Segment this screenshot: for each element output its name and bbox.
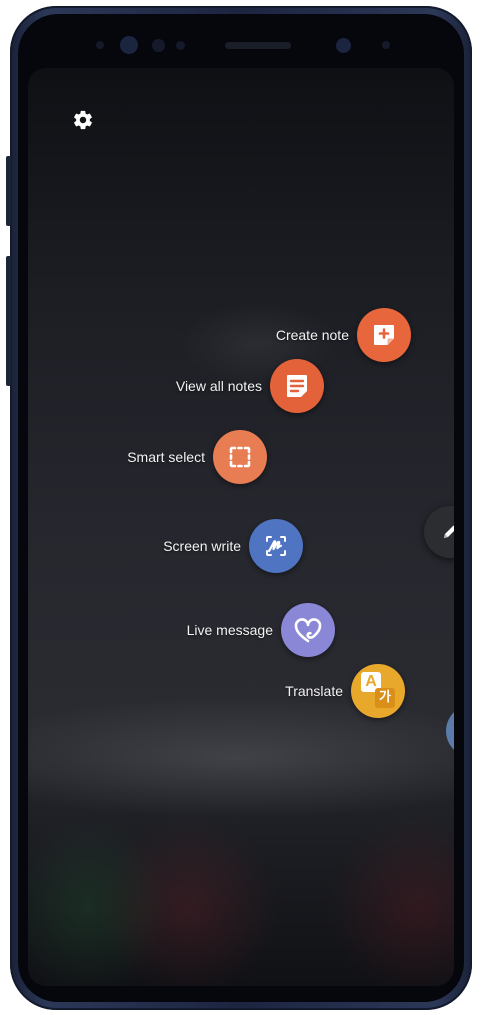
screen-write-label: Screen write bbox=[163, 538, 241, 554]
view-all-notes-label: View all notes bbox=[175, 378, 262, 394]
create-note-label: Create note bbox=[275, 327, 349, 343]
view-all-notes-button[interactable]: View all notes bbox=[128, 359, 324, 413]
phone-bezel: Create note View all notes Smart select … bbox=[18, 14, 464, 1002]
sensor-dot bbox=[382, 41, 390, 49]
notes-list-icon bbox=[270, 359, 324, 413]
screen-write-button[interactable]: Screen write bbox=[78, 519, 303, 573]
screen-write-icon bbox=[249, 519, 303, 573]
translate-label: Translate bbox=[285, 683, 343, 699]
translate-button[interactable]: Translate A 가 bbox=[228, 664, 405, 718]
earpiece-speaker bbox=[225, 42, 291, 49]
smart-select-button[interactable]: Smart select bbox=[88, 430, 267, 484]
air-command-pen-button[interactable] bbox=[424, 506, 454, 558]
light-sensor bbox=[176, 41, 185, 50]
front-camera bbox=[336, 38, 351, 53]
heart-icon bbox=[281, 603, 335, 657]
live-message-button[interactable]: Live message bbox=[118, 603, 335, 657]
screen: Create note View all notes Smart select … bbox=[28, 68, 454, 986]
translate-korean-glyph: 가 bbox=[375, 688, 395, 708]
volume-key bbox=[6, 256, 11, 386]
smart-select-icon bbox=[213, 430, 267, 484]
phone-frame: Create note View all notes Smart select … bbox=[6, 6, 472, 1010]
create-note-icon bbox=[357, 308, 411, 362]
gear-icon[interactable] bbox=[72, 109, 94, 131]
iris-camera bbox=[120, 36, 138, 54]
create-note-button[interactable]: Create note bbox=[178, 308, 411, 362]
live-message-label: Live message bbox=[186, 622, 273, 638]
smart-select-label: Smart select bbox=[127, 449, 205, 465]
proximity-sensor bbox=[96, 41, 104, 49]
translate-icon: A 가 bbox=[351, 664, 405, 718]
shortcut-button[interactable] bbox=[446, 705, 454, 757]
bixby-key bbox=[6, 156, 11, 226]
iris-sensor bbox=[152, 39, 165, 52]
pen-icon bbox=[444, 525, 454, 538]
